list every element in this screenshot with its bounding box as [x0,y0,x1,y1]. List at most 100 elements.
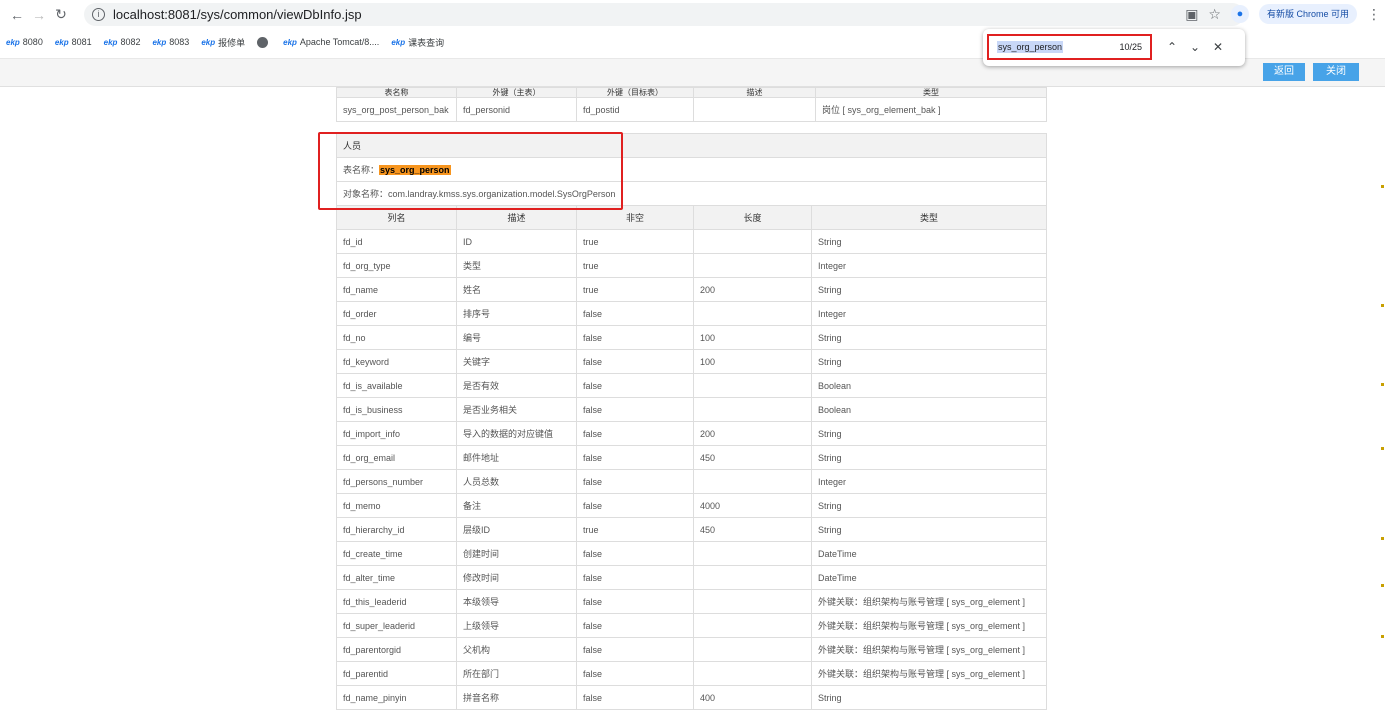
cell: 100 [693,325,812,350]
back-arrow-icon[interactable]: ← [6,7,28,23]
prev-table: 表名称 外键（主表） 外键（目标表） 描述 类型 sys_org_post_pe… [336,87,1047,122]
column-header-row: 列名 描述 非空 长度 类型 [336,205,1047,230]
cell [693,637,812,662]
bookmark-favicon-icon: ekp [103,37,118,47]
cell: fd_name [336,277,457,302]
cell: String [811,685,1047,710]
page-search-icon[interactable]: ▣ [1185,6,1198,23]
cell: Boolean [811,373,1047,398]
scrollbar-markers [1379,87,1385,717]
cell: Integer [811,301,1047,326]
col-header-length: 长度 [693,205,812,230]
cell: String [811,493,1047,518]
bookmark-repair-form[interactable]: ekp 报修单 [201,36,245,49]
bookmark-8082[interactable]: ekp 8082 [104,37,141,47]
profile-avatar-icon[interactable]: ● [1230,5,1249,23]
table-row: fd_org_email 邮件地址 false 450 String [336,445,1047,470]
cell: 创建时间 [456,541,577,566]
cell: fd_org_type [336,253,457,278]
find-prev-icon[interactable]: ⌃ [1167,40,1177,54]
cell: String [811,229,1047,254]
cell: false [576,421,694,446]
cell: false [576,325,694,350]
cell: String [811,421,1047,446]
col-header-desc: 描述 [456,205,577,230]
cell [693,661,812,686]
bookmark-8081[interactable]: ekp 8081 [55,37,92,47]
bookmark-8080[interactable]: ekp 8080 [6,37,43,47]
cell: true [576,517,694,542]
bookmark-favicon-icon: ekp [391,37,406,47]
find-next-icon[interactable]: ⌄ [1190,40,1200,54]
cell [693,541,812,566]
browser-toolbar: ← → ↻ i localhost:8081/sys/common/viewDb… [0,0,1385,29]
cell: fd_memo [336,493,457,518]
cell: 邮件地址 [456,445,577,470]
table-name-value: sys_org_person [379,165,451,175]
cell: false [576,637,694,662]
cell [693,229,812,254]
cell: 上级领导 [456,613,577,638]
bookmark-globe[interactable] [257,36,271,48]
cell: 编号 [456,325,577,350]
find-close-icon[interactable]: ✕ [1213,40,1223,54]
cell: 姓名 [456,277,577,302]
cell: false [576,613,694,638]
cell: fd_this_leaderid [336,589,457,614]
cell: false [576,469,694,494]
cell [693,613,812,638]
cell: false [576,397,694,422]
table-row: fd_is_available 是否有效 false Boolean [336,373,1047,398]
table-row: fd_persons_number 人员总数 false Integer [336,469,1047,494]
cell: 200 [693,277,812,302]
table-row: fd_hierarchy_id 层级ID true 450 String [336,517,1047,542]
bookmark-tomcat[interactable]: ekp Apache Tomcat/8.... [283,37,379,47]
forward-arrow-icon[interactable]: → [28,7,50,23]
table-row: fd_alter_time 修改时间 false DateTime [336,565,1047,590]
cell: fd_super_leaderid [336,613,457,638]
cell: 拼音名称 [456,685,577,710]
section-title: 人员 [336,133,1047,158]
bookmark-timetable[interactable]: ekp 课表查询 [391,36,444,49]
site-info-icon[interactable]: i [92,8,105,21]
cell: false [576,301,694,326]
cell [693,301,812,326]
cell: 类型 [456,253,577,278]
bookmark-favicon-icon: ekp [6,37,20,47]
cell: 450 [693,517,812,542]
cell: 导入的数据的对应键值 [456,421,577,446]
cell [693,565,812,590]
cell: 排序号 [456,301,577,326]
bookmark-favicon-icon: ekp [152,37,167,47]
chrome-update-button[interactable]: 有新版 Chrome 可用 [1258,4,1357,24]
cell: fd_create_time [336,541,457,566]
cell [693,97,816,122]
cell: false [576,445,694,470]
table-row: fd_id ID true String [336,229,1047,254]
menu-kebab-icon[interactable]: ⋮ [1367,6,1381,23]
object-name-label: 对象名称： [343,189,389,199]
cell: fd_personid [456,97,577,122]
object-name-value: com.landray.kmss.sys.organization.model.… [388,189,616,199]
cell: fd_import_info [336,421,457,446]
find-query: sys_org_person [997,41,1064,53]
table-row: fd_parentorgid 父机构 false 外键关联：组织架构与账号管理 [ s… [336,637,1047,662]
cell: 人员总数 [456,469,577,494]
close-button[interactable]: 关闭 [1313,63,1359,81]
table-row: fd_parentid 所在部门 false 外键关联：组织架构与账号管理 [ sys… [336,661,1047,686]
address-bar[interactable]: i localhost:8081/sys/common/viewDbInfo.j… [84,3,1244,26]
reload-icon[interactable]: ↻ [50,6,72,23]
cell: fd_postid [576,97,694,122]
section-title-row: 人员 [336,133,1047,158]
prev-table-row: sys_org_post_person_bak fd_personid fd_p… [336,97,1047,122]
find-input[interactable]: sys_org_person 10/25 [987,34,1152,60]
cell: 是否有效 [456,373,577,398]
cell: DateTime [811,541,1047,566]
bookmark-8083[interactable]: ekp 8083 [152,37,189,47]
table-row: fd_import_info 导入的数据的对应键值 false 200 String [336,421,1047,446]
find-count: 10/25 [1119,42,1142,52]
bookmark-star-icon[interactable]: ☆ [1208,6,1221,23]
back-button[interactable]: 返回 [1263,63,1305,81]
cell: false [576,541,694,566]
cell: fd_alter_time [336,565,457,590]
